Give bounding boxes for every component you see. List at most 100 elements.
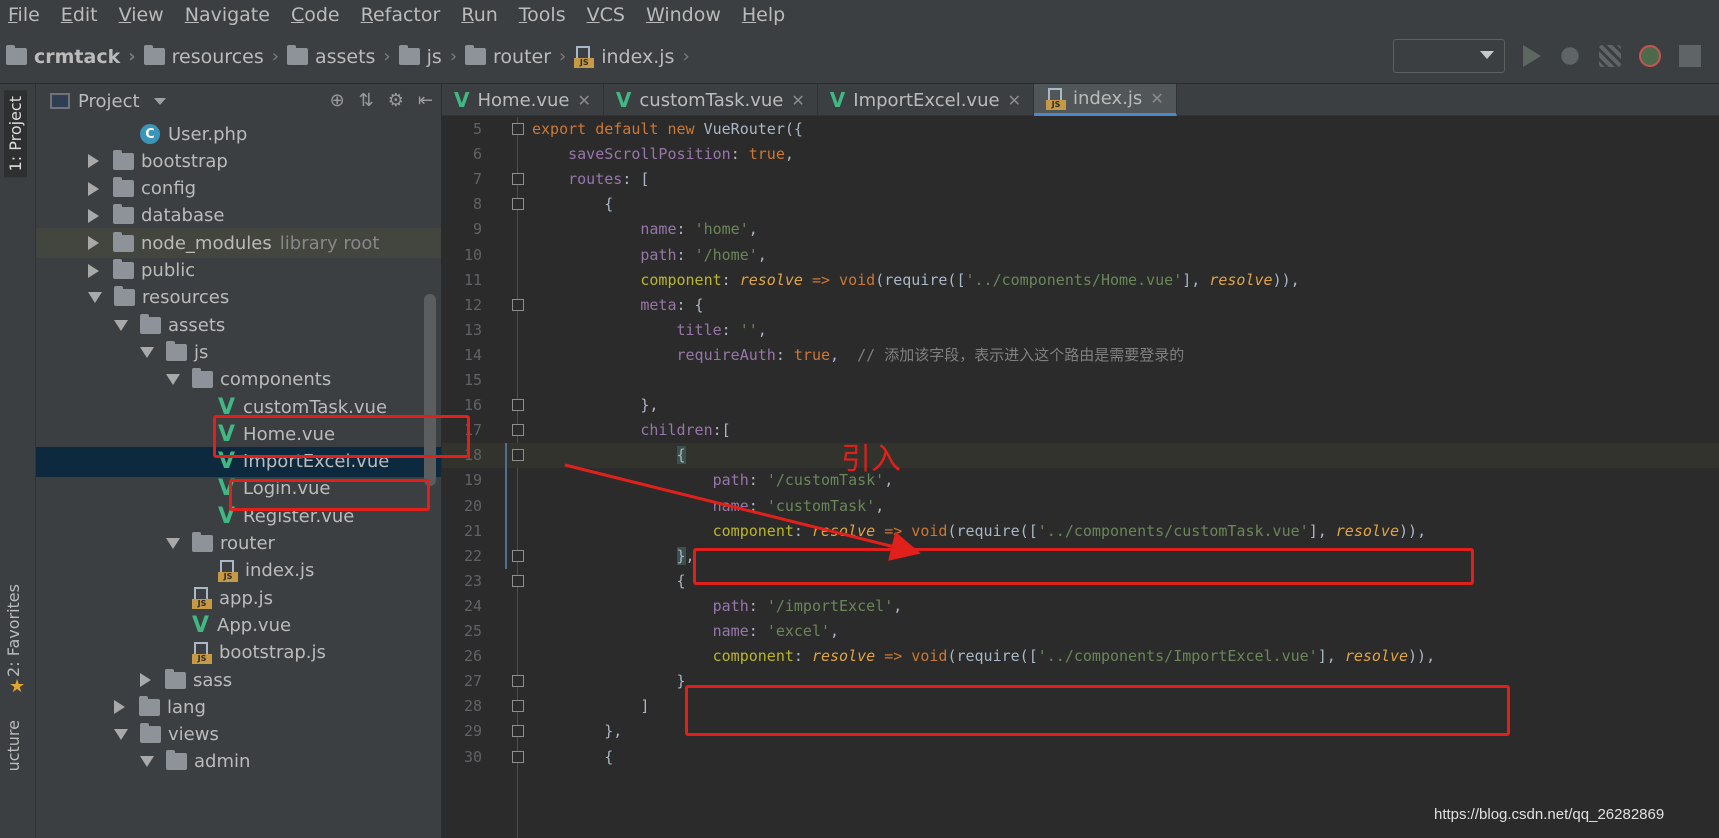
code-line[interactable]: 11 component: resolve => void(require(['… (442, 268, 1719, 293)
tree-item-lang[interactable]: lang (36, 692, 441, 722)
breadcrumb-item[interactable]: crmtack › (6, 45, 136, 68)
menu-item-code[interactable]: Code (291, 4, 340, 26)
tree-item-admin[interactable]: admin (36, 747, 441, 777)
code-line[interactable]: 15 (442, 368, 1719, 393)
code-line[interactable]: 7 routes: [ (442, 167, 1719, 192)
close-icon[interactable]: ✕ (1150, 89, 1163, 108)
fold-marker-icon[interactable] (512, 574, 524, 587)
project-panel-header[interactable]: Project ⊕ ⇅ ⚙ ⇤ (36, 84, 441, 118)
tree-item-sass[interactable]: sass (36, 665, 441, 695)
tree-item-assets[interactable]: assets (36, 310, 441, 340)
breadcrumb-item[interactable]: js › (398, 45, 457, 68)
code-line[interactable]: 26 component: resolve => void(require(['… (442, 644, 1719, 669)
code-line[interactable]: 13 title: '', (442, 318, 1719, 343)
tree-item-public[interactable]: public (36, 256, 441, 286)
fold-marker-icon[interactable] (512, 750, 524, 763)
tree-item-bootstrap[interactable]: bootstrap (36, 146, 441, 176)
tab-index-js[interactable]: JS index.js ✕ (1033, 84, 1177, 116)
code-line[interactable]: 19 path: '/customTask', (442, 468, 1719, 493)
chevron-down-icon[interactable] (114, 319, 128, 331)
chevron-right-icon[interactable] (140, 673, 151, 687)
fold-marker-icon[interactable] (512, 700, 524, 713)
tab-importexcel-vue[interactable]: V ImportExcel.vue ✕ (818, 84, 1034, 116)
menu-item-file[interactable]: File (8, 4, 40, 26)
tree-item-config[interactable]: config (36, 174, 441, 204)
code-line[interactable]: 12 meta: { (442, 293, 1719, 318)
tree-item-resources[interactable]: resources (36, 283, 441, 313)
close-icon[interactable]: ✕ (791, 91, 804, 110)
tree-item-index-js[interactable]: JS index.js (36, 556, 441, 586)
locate-icon[interactable]: ⊕ (330, 90, 345, 111)
hide-icon[interactable]: ⇤ (418, 90, 433, 111)
menu-item-tools[interactable]: Tools (519, 4, 566, 26)
code-line[interactable]: 20 name: 'customTask', (442, 494, 1719, 519)
run-configuration-select[interactable] (1393, 39, 1505, 73)
structure-tool-tab[interactable]: ucture (4, 720, 23, 771)
fold-marker-icon[interactable] (512, 725, 524, 738)
tree-item-bootstrap-js[interactable]: JS bootstrap.js (36, 638, 441, 668)
settings-icon[interactable]: ⚙ (388, 90, 404, 111)
profile-icon[interactable] (1639, 45, 1661, 67)
chevron-down-icon[interactable] (88, 292, 102, 304)
fold-marker-icon[interactable] (512, 675, 524, 688)
fold-marker-icon[interactable] (512, 449, 524, 462)
code-line[interactable]: 9 name: 'home', (442, 217, 1719, 242)
code-line[interactable]: 17 children:[ (442, 418, 1719, 443)
code-line[interactable]: 6 saveScrollPosition: true, (442, 142, 1719, 167)
code-line[interactable]: 25 name: 'excel', (442, 619, 1719, 644)
close-icon[interactable]: ✕ (1008, 91, 1021, 110)
tree-item-router[interactable]: router (36, 529, 441, 559)
chevron-right-icon[interactable] (88, 181, 99, 196)
code-line[interactable]: 5 export default new VueRouter({ (442, 117, 1719, 142)
chevron-right-icon[interactable] (88, 208, 99, 223)
menu-item-vcs[interactable]: VCS (587, 4, 625, 26)
project-tool-tab[interactable]: 1: Project (4, 90, 27, 178)
tab-customtask-vue[interactable]: VcustomTask.vue ✕ (604, 84, 818, 116)
breadcrumb-item[interactable]: resources › (143, 45, 279, 68)
menu-item-refactor[interactable]: Refactor (361, 4, 441, 26)
menu-item-view[interactable]: View (119, 4, 164, 26)
chevron-right-icon[interactable] (114, 700, 125, 715)
breadcrumb-item[interactable]: assets › (286, 45, 391, 68)
collapse-icon[interactable]: ⇅ (359, 90, 374, 111)
tree-item-views[interactable]: views (36, 720, 441, 750)
code-line[interactable]: 8 { (442, 192, 1719, 217)
code-line[interactable]: 16 }, (442, 393, 1719, 418)
breadcrumb-item[interactable]: router › (465, 45, 566, 68)
chevron-right-icon[interactable] (88, 263, 99, 278)
code-line[interactable]: 10 path: '/home', (442, 243, 1719, 268)
code-line[interactable]: 24 path: '/importExcel', (442, 594, 1719, 619)
stop-icon[interactable] (1679, 45, 1701, 67)
tree-item-app-vue[interactable]: V App.vue (36, 610, 441, 640)
tree-item-components[interactable]: components (36, 365, 441, 395)
favorites-tool-tab[interactable]: 2: Favorites (4, 584, 23, 677)
debug-icon[interactable] (1559, 45, 1581, 67)
chevron-down-icon[interactable] (166, 374, 180, 386)
menu-item-run[interactable]: Run (461, 4, 497, 26)
fold-marker-icon[interactable] (512, 123, 524, 135)
code-line[interactable]: 21 component: resolve => void(require(['… (442, 519, 1719, 544)
menu-item-navigate[interactable]: Navigate (185, 4, 270, 26)
fold-marker-icon[interactable] (512, 298, 524, 311)
tree-item-database[interactable]: database (36, 201, 441, 231)
menu-item-window[interactable]: Window (646, 4, 721, 26)
code-line[interactable]: 18 { (442, 443, 1719, 469)
chevron-down-icon[interactable] (153, 97, 166, 105)
chevron-down-icon[interactable] (114, 729, 128, 741)
breadcrumb-item[interactable]: JS index.js › (574, 45, 690, 68)
menu-item-help[interactable]: Help (742, 4, 785, 26)
chevron-right-icon[interactable] (88, 236, 99, 251)
fold-marker-icon[interactable] (512, 549, 524, 562)
code-line[interactable]: 14 requireAuth: true, // 添加该字段，表示进入这个路由是… (442, 343, 1719, 368)
code-line[interactable]: 30 { (442, 745, 1719, 770)
fold-marker-icon[interactable] (512, 198, 524, 211)
chevron-down-icon[interactable] (140, 346, 154, 358)
fold-marker-icon[interactable] (512, 173, 524, 186)
tree-item-js[interactable]: js (36, 337, 441, 367)
tree-item-user-php[interactable]: C User.php (36, 119, 441, 149)
menu-item-edit[interactable]: Edit (61, 4, 98, 26)
tree-item-node-modules[interactable]: node_modules library root (36, 228, 441, 259)
run-icon[interactable] (1523, 45, 1541, 67)
tab-home-vue[interactable]: V Home.vue ✕ (442, 84, 604, 116)
fold-marker-icon[interactable] (512, 399, 524, 412)
